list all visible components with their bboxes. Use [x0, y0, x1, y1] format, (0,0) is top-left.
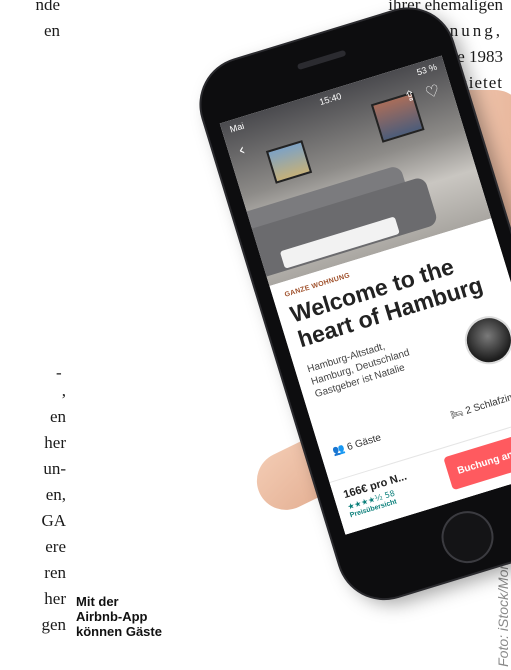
phone-photo: Mai 15:40 53 % ‹ ⇪ ♡ GANZE WOHNUNG Welco… [40, 0, 511, 660]
earpiece-speaker [296, 49, 347, 71]
chevron-left-icon[interactable]: ‹ [236, 140, 248, 160]
heart-icon[interactable]: ♡ [423, 80, 442, 102]
article-column-left-top: nde en [0, 0, 60, 44]
guests-label: 6 Gäste [345, 432, 383, 454]
text-line: nde [35, 0, 60, 14]
clock: 15:40 [318, 90, 343, 108]
book-request-button[interactable]: Buchung anfragen [443, 426, 511, 491]
bedrooms-label: 2 Schlafzimmer [464, 386, 511, 417]
bedrooms-count: 🛏 2 Schlafzimmer [449, 386, 511, 421]
avatar[interactable] [458, 310, 511, 371]
carrier-label: Mai [228, 120, 246, 135]
phone-screen: Mai 15:40 53 % ‹ ⇪ ♡ GANZE WOHNUNG Welco… [219, 55, 511, 535]
guests-count: 👥 6 Gäste [331, 432, 383, 458]
smartphone: Mai 15:40 53 % ‹ ⇪ ♡ GANZE WOHNUNG Welco… [190, 0, 511, 610]
text-line: en [43, 21, 60, 40]
battery-label: 53 % [415, 61, 439, 78]
home-button[interactable] [435, 504, 500, 570]
share-icon[interactable]: ⇪ [402, 87, 418, 106]
